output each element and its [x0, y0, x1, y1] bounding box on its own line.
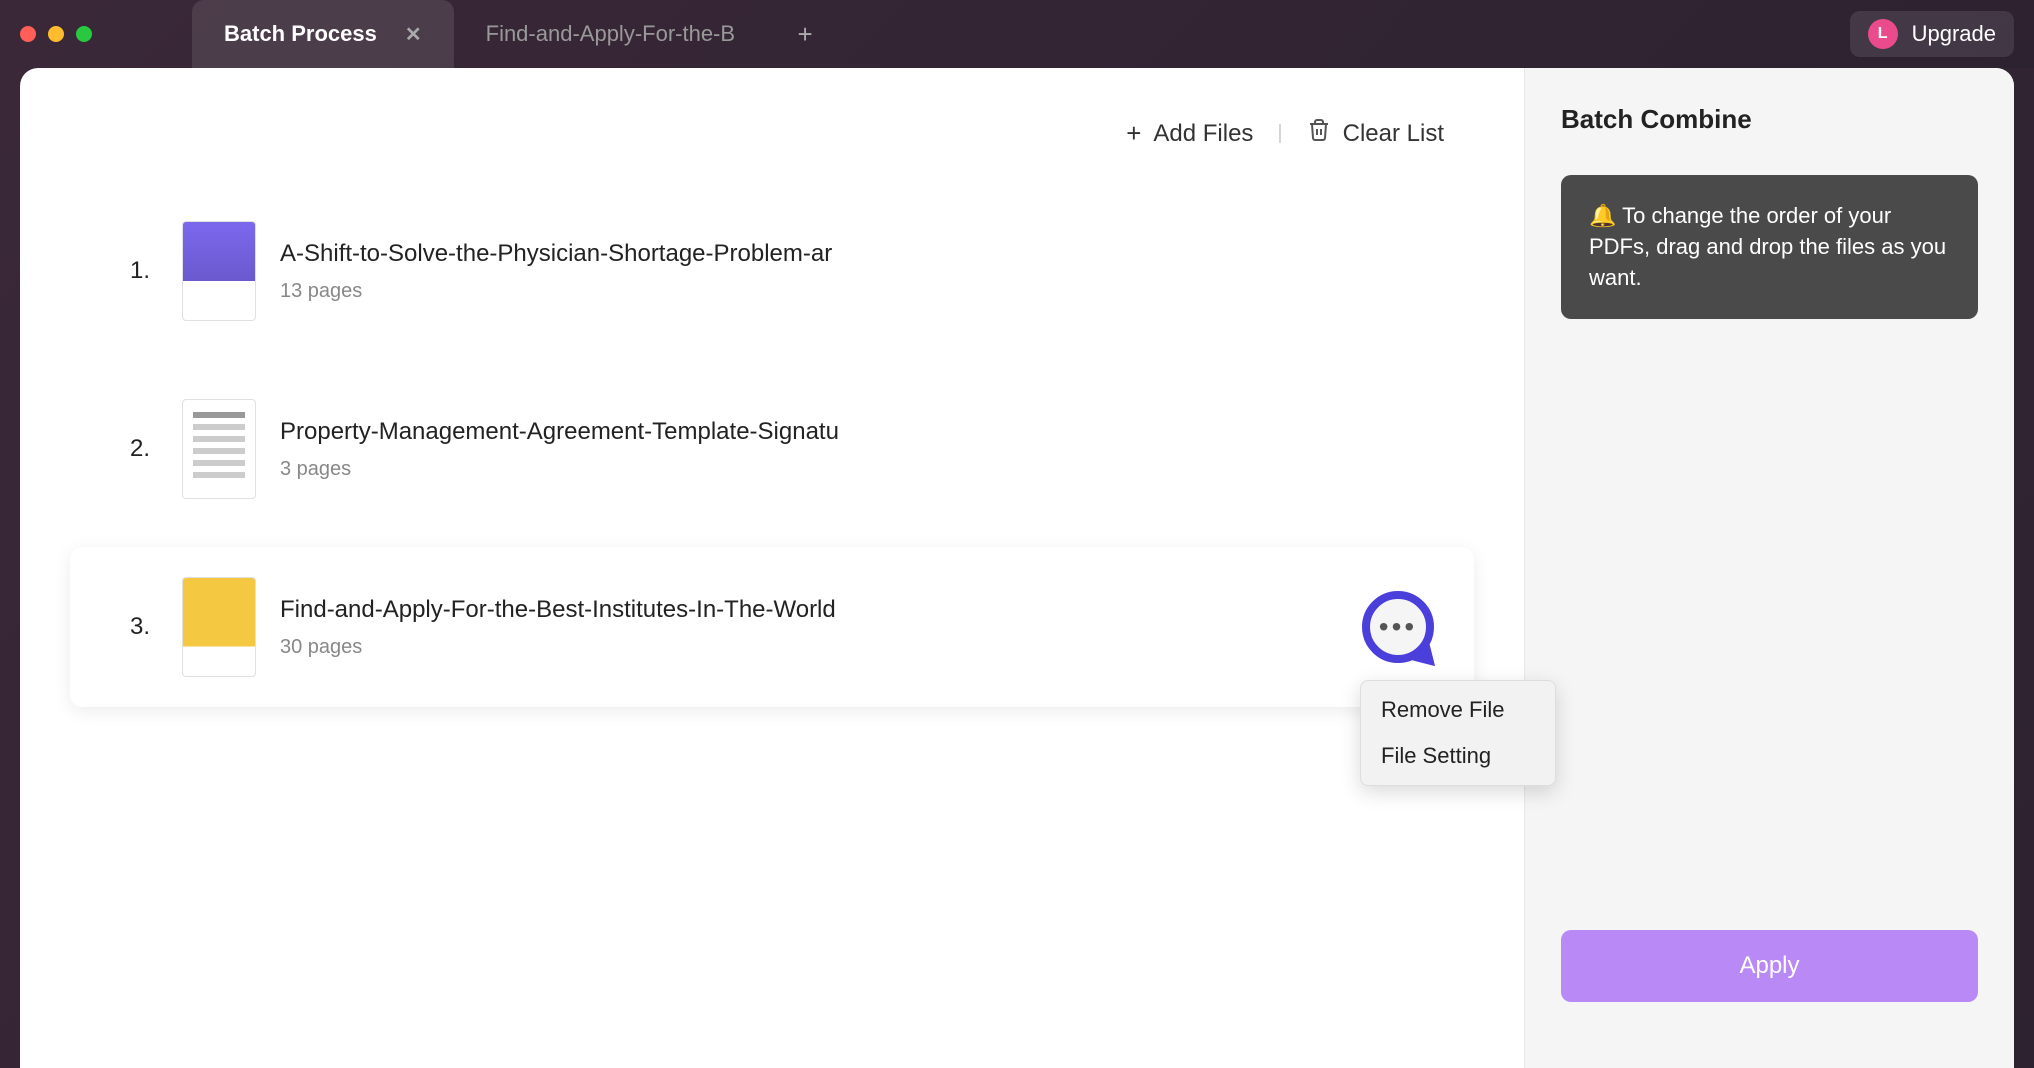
main-window: + Add Files | Clear List 1. A-Shift-to-S…: [20, 68, 2014, 1068]
menu-remove-file[interactable]: Remove File: [1361, 687, 1555, 733]
file-info: Property-Management-Agreement-Template-S…: [280, 418, 1434, 481]
sidebar: Batch Combine 🔔 To change the order of y…: [1524, 68, 2014, 1068]
window-minimize-button[interactable]: [48, 26, 64, 42]
arrow-indicator-icon: [1412, 643, 1443, 674]
more-options-button[interactable]: •••: [1362, 591, 1434, 663]
avatar-initial: L: [1878, 25, 1888, 43]
file-index: 2.: [130, 435, 158, 463]
new-tab-button[interactable]: +: [785, 14, 825, 54]
file-name: Find-and-Apply-For-the-Best-Institutes-I…: [280, 596, 880, 624]
file-pages: 30 pages: [280, 636, 1338, 659]
traffic-lights: [20, 26, 92, 42]
apply-button[interactable]: Apply: [1561, 930, 1978, 1002]
title-bar: Batch Process ✕ Find-and-Apply-For-the-B…: [0, 0, 2034, 68]
file-thumbnail: [182, 577, 256, 677]
tab-document[interactable]: Find-and-Apply-For-the-B: [454, 0, 767, 68]
file-info: Find-and-Apply-For-the-Best-Institutes-I…: [280, 596, 1338, 659]
window-maximize-button[interactable]: [76, 26, 92, 42]
tabs-container: Batch Process ✕ Find-and-Apply-For-the-B…: [192, 0, 1850, 68]
window-close-button[interactable]: [20, 26, 36, 42]
file-pages: 3 pages: [280, 458, 1434, 481]
divider: |: [1277, 122, 1282, 145]
clear-list-label: Clear List: [1343, 120, 1444, 148]
file-name: Property-Management-Agreement-Template-S…: [280, 418, 880, 446]
tab-batch-process[interactable]: Batch Process ✕: [192, 0, 454, 68]
upgrade-label: Upgrade: [1912, 21, 1996, 47]
file-name: A-Shift-to-Solve-the-Physician-Shortage-…: [280, 240, 880, 268]
file-item[interactable]: 3. Find-and-Apply-For-the-Best-Institute…: [70, 547, 1474, 707]
menu-file-setting[interactable]: File Setting: [1361, 733, 1555, 779]
trash-icon: [1307, 116, 1331, 151]
apply-label: Apply: [1739, 952, 1799, 979]
plus-icon: +: [1126, 118, 1141, 149]
add-files-label: Add Files: [1153, 120, 1253, 148]
context-menu: Remove File File Setting: [1360, 680, 1556, 786]
tab-label: Batch Process: [224, 21, 377, 47]
file-thumbnail: [182, 399, 256, 499]
file-thumbnail: [182, 221, 256, 321]
clear-list-button[interactable]: Clear List: [1307, 116, 1444, 151]
add-files-button[interactable]: + Add Files: [1126, 118, 1253, 149]
avatar: L: [1868, 19, 1898, 49]
file-index: 3.: [130, 613, 158, 641]
tip-box: 🔔 To change the order of your PDFs, drag…: [1561, 175, 1978, 319]
plus-icon: +: [797, 19, 812, 50]
file-list: 1. A-Shift-to-Solve-the-Physician-Shorta…: [70, 191, 1474, 707]
file-item[interactable]: 2. Property-Management-Agreement-Templat…: [70, 369, 1474, 529]
tab-label: Find-and-Apply-For-the-B: [486, 21, 735, 47]
menu-item-label: Remove File: [1381, 697, 1504, 722]
menu-item-label: File Setting: [1381, 743, 1491, 768]
content-area: + Add Files | Clear List 1. A-Shift-to-S…: [20, 68, 1524, 1068]
sidebar-title: Batch Combine: [1561, 104, 1978, 135]
file-item[interactable]: 1. A-Shift-to-Solve-the-Physician-Shorta…: [70, 191, 1474, 351]
upgrade-button[interactable]: L Upgrade: [1850, 11, 2014, 57]
file-info: A-Shift-to-Solve-the-Physician-Shortage-…: [280, 240, 1434, 303]
file-index: 1.: [130, 257, 158, 285]
tip-text: 🔔 To change the order of your PDFs, drag…: [1589, 203, 1946, 290]
more-icon: •••: [1379, 611, 1417, 643]
close-icon[interactable]: ✕: [405, 22, 422, 47]
file-pages: 13 pages: [280, 280, 1434, 303]
action-bar: + Add Files | Clear List: [70, 104, 1474, 191]
